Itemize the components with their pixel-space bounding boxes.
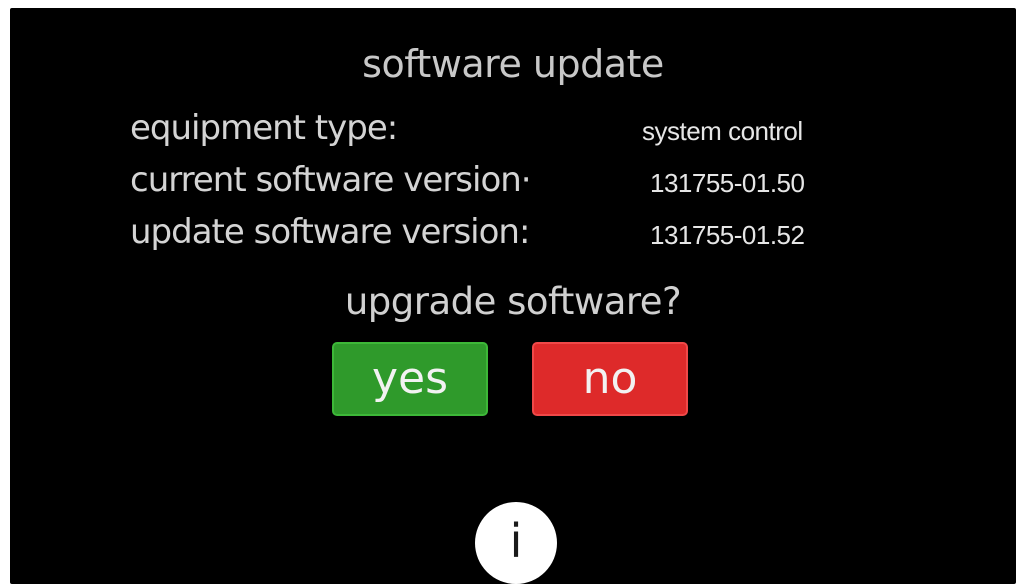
equipment-type-label: equipment type: <box>130 108 398 148</box>
upgrade-prompt: upgrade software? <box>344 280 682 323</box>
current-version-label: current software version· <box>130 160 532 200</box>
update-version-value: 131755-01.52 <box>650 220 805 250</box>
info-button[interactable]: i <box>475 502 557 584</box>
screen-title: software update <box>362 42 664 86</box>
detail-row-current-version: current software version· 131755-01.50 <box>130 160 930 210</box>
detail-row-update-version: update software version: 131755-01.52 <box>130 212 930 262</box>
detail-row-equipment-type: equipment type: system control <box>130 108 930 158</box>
software-update-screen: software update equipment type: system c… <box>10 8 1016 584</box>
no-button[interactable]: no <box>532 342 688 416</box>
info-icon: i <box>509 514 523 568</box>
yes-button[interactable]: yes <box>332 342 488 416</box>
equipment-type-value: system control <box>642 116 803 146</box>
current-version-value: 131755-01.50 <box>650 168 805 198</box>
update-version-label: update software version: <box>130 212 530 252</box>
